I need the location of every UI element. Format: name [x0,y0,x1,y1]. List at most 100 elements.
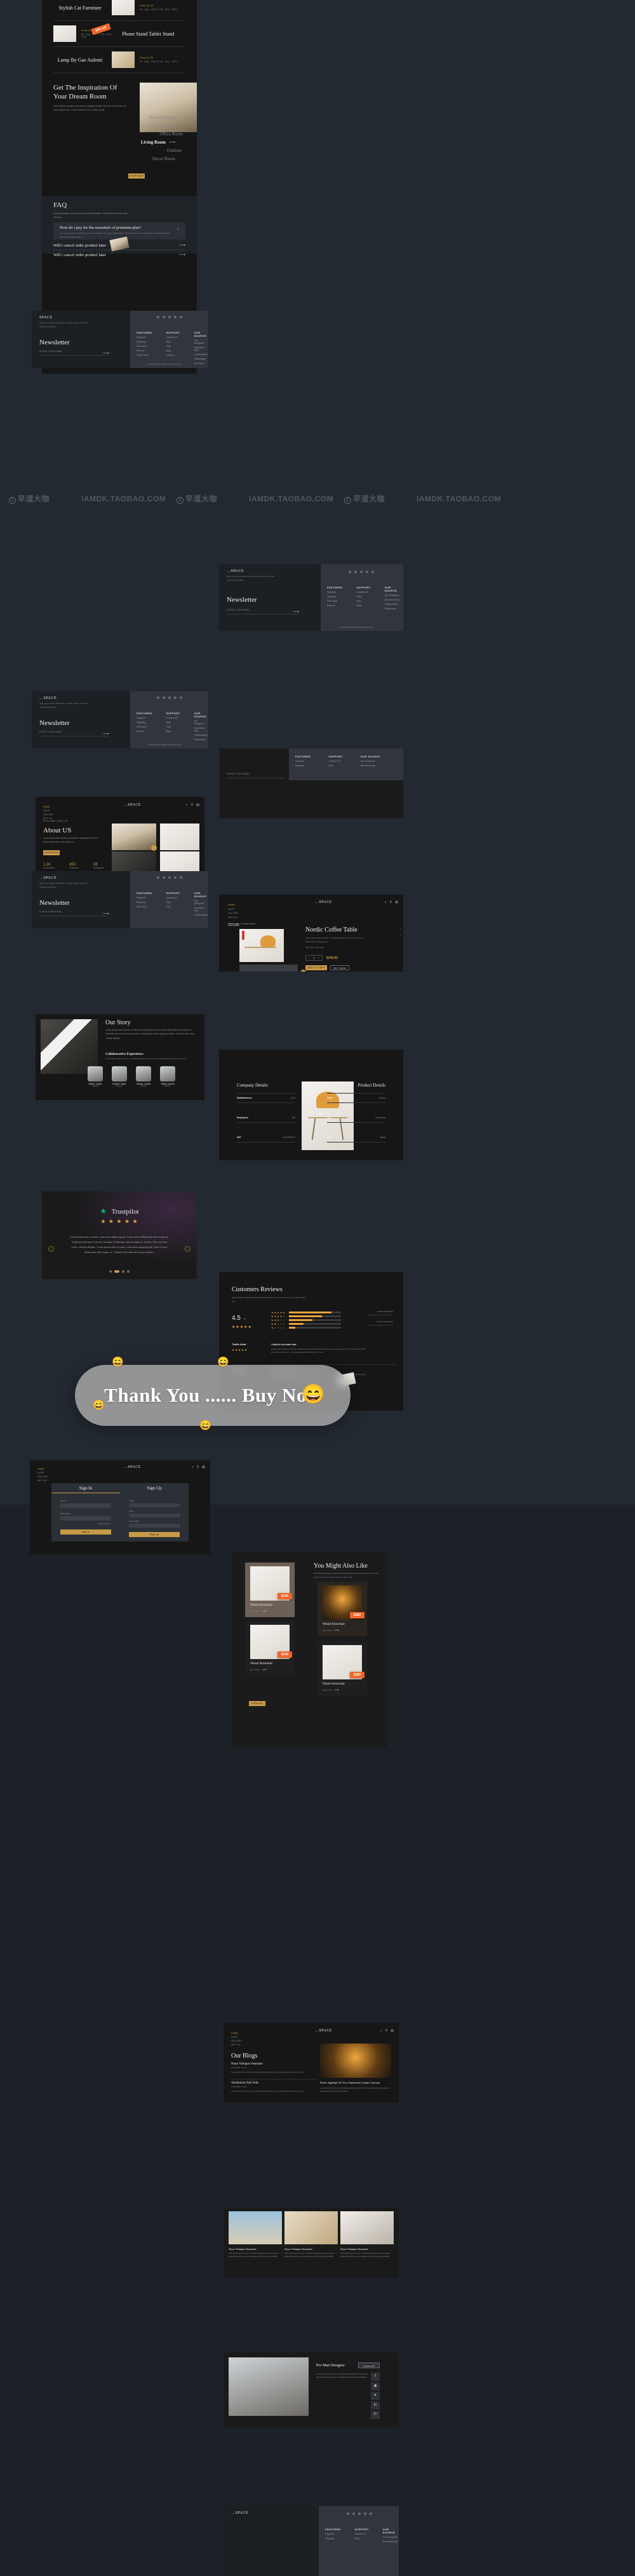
newsletter-submit-button[interactable]: ⟶ [103,731,109,736]
footer-link[interactable]: Help [166,721,180,724]
about-scroll-button[interactable]: → [151,845,157,851]
footer-link[interactable]: Returns [137,349,152,352]
footer-link[interactable]: Download App [361,764,380,767]
tab-signin[interactable]: Sign In [51,1483,120,1493]
signin-field-email[interactable] [60,1503,111,1508]
room-item-outdoor[interactable]: Outdoor [98,146,182,154]
deal-row[interactable]: Lamp By Gae Aulenti Hurry Up Off 06 - Au… [53,47,185,72]
product-card-buy[interactable]: BUY NOW ⟶ [323,1688,338,1692]
footer-link[interactable]: Careers [166,354,180,356]
product-card[interactable]: $145 Wood Armchair BUY NOW ⟶ [245,1563,295,1617]
nav-item-shop[interactable]: SHOP [228,908,239,911]
footer-link[interactable]: Our Designers [194,900,208,905]
footer-link[interactable]: Track Order [137,354,152,356]
carousel-prev-button[interactable]: ← [48,1246,54,1252]
footer-link[interactable]: Payment [325,2533,340,2535]
quantity-stepper[interactable]: − 1 + [305,955,323,961]
scroll-down-button[interactable]: ↓ [300,970,306,972]
header-icons[interactable]: ⌕ ⚲ ▤ [385,900,398,904]
footer-link[interactable]: FAQ [166,726,180,728]
footer-link[interactable]: Download App [385,599,403,601]
product-card[interactable]: $145 Wood Armchair BUY NOW ⟶ [245,1621,295,1676]
nav-item-shop[interactable]: SHOP [37,1472,48,1474]
footer-link[interactable]: Download App [383,2540,399,2543]
room-item-kitchen[interactable]: Kitchen Room [98,113,175,121]
instagram-icon[interactable]: ◉ [371,2382,380,2390]
pinterest-icon[interactable]: P [371,2411,380,2419]
footer-link[interactable]: Shipping [137,901,152,904]
facebook-icon[interactable]: f [371,2373,380,2381]
carousel-dots[interactable] [42,1270,197,1273]
footer-link[interactable]: Help [166,341,180,343]
footer-link[interactable]: Contact US [356,591,370,593]
footer-link[interactable]: Partnership [194,738,208,741]
product-card-buy[interactable]: BUY NOW ⟶ [250,1668,266,1672]
blog-grid-card[interactable]: Nuuo Volutpat Venenatis Lorem ipsum dolo… [340,2211,394,2259]
footer-link[interactable]: Shipping [327,595,342,598]
nav-item-whyus[interactable]: WHY US [37,1479,48,1482]
header-icons[interactable]: ⌕ ⚲ ▤ [380,2029,394,2033]
footer-link[interactable]: Contact US [166,336,180,339]
newsletter-submit-button[interactable]: ⟶ [103,911,109,916]
footer-link[interactable]: Help [354,2537,368,2540]
nav-item-gallery[interactable]: GALLERY [231,2040,242,2042]
blog-grid-card[interactable]: Nuuo Volutpat Venenatis Lorem ipsum dolo… [229,2211,282,2259]
nav-item-shop[interactable]: SHOP [231,2036,242,2038]
footer-link[interactable]: Our Designers [361,760,380,763]
deal-row[interactable]: Hurry Up Off 06 - Aug - 2023 To 06 - Sep… [53,21,185,46]
faq-item[interactable]: Will i cancel order product later ⟶ [53,252,185,258]
nav-item-whyus[interactable]: WHY US [231,2044,242,2046]
room-item-dining[interactable]: Dining Room [98,121,175,130]
footer-link[interactable]: Payment [295,760,311,763]
footer-link[interactable]: Payment [137,336,152,339]
footer-link[interactable]: Contact US [354,2533,368,2535]
write-review-button[interactable]: WRITE A REVIEW [368,1310,393,1313]
carousel-next-button[interactable]: › [399,932,401,938]
signup-field-name[interactable] [129,1503,180,1507]
footer-link[interactable]: Gift Cards [327,600,342,602]
view-all-button[interactable]: VIEW ALL [249,1701,265,1706]
footer-link[interactable]: Gift Cards [137,726,152,728]
nav-item-gallery[interactable]: GALLERY [228,912,239,914]
footer-link[interactable]: Gift Cards [137,905,152,908]
footer-link[interactable]: Help [356,595,370,598]
inspiration-shop-now-button[interactable]: SHOP NOW [128,173,145,179]
signin-button[interactable]: Sign In [60,1529,111,1535]
newsletter-submit-button[interactable]: ⟶ [293,609,299,614]
footer-link[interactable]: Download App [194,727,208,732]
footer-link[interactable]: Shipping [295,764,311,767]
product-thumb-strip[interactable] [239,965,298,972]
footer-link[interactable]: Download App [194,346,208,351]
blog-featured[interactable]: Petite Applique Et Vecu Tapisserie Lampe… [320,2044,391,2094]
footer-link[interactable]: Blog [166,349,180,352]
newsletter-input[interactable]: ENTER YOUR EMAIL [227,609,250,611]
follow-us-badge[interactable]: Follow US [358,2362,380,2368]
footer-link[interactable]: Payment [327,591,342,593]
breadcrumb-home[interactable]: Home page [228,923,239,926]
product-card-buy[interactable]: BUY NOW ⟶ [250,1610,266,1613]
newsletter-input[interactable]: ENTER YOUR EMAIL [39,911,63,913]
header-icons[interactable]: ⌕ ⚲ ▤ [186,803,199,807]
newsletter-input[interactable]: ENTER YOUR EMAIL [39,731,63,733]
footer-link[interactable]: FAQ [356,600,370,602]
nav-item-gallery[interactable]: GALLERY [37,1475,48,1478]
room-item-office[interactable]: Office Room [98,130,183,138]
carousel-prev-button[interactable]: ‹ [399,926,401,932]
deal-row[interactable]: Stylish Cat Furniture Hurry Up Off 06 - … [53,0,185,20]
footer-link[interactable]: Contact US [328,760,342,763]
footer-link[interactable]: Gift Cards [137,345,152,348]
add-to-cart-button[interactable]: ADD TO CART [305,965,327,971]
tab-signup[interactable]: Sign Up [120,1483,189,1493]
footer-link[interactable]: Partnership [385,607,403,610]
footer-link[interactable]: Collaboration [385,603,403,606]
footer-link[interactable]: Help [328,764,342,767]
watch-review-button[interactable]: WATCH A REVIEW [368,1320,393,1323]
faq-item-open[interactable]: How do i pay for the essentials of premi… [53,222,185,240]
room-item-living[interactable]: Living Room ⟶ [98,138,175,146]
footer-link[interactable]: Our Designers [383,2536,399,2539]
signin-field-password[interactable] [60,1516,111,1521]
footer-link[interactable]: Payment [137,897,152,899]
footer-link[interactable]: Shipping [137,721,152,724]
footer-link[interactable]: Our Designers [194,720,208,725]
newsletter-submit-button[interactable]: ⟶ [103,351,109,356]
